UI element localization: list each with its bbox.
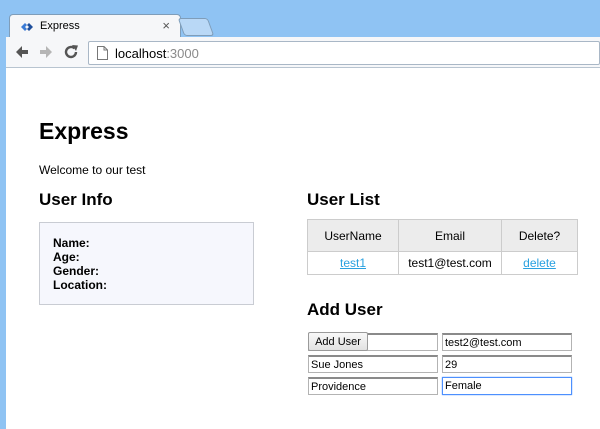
express-favicon	[21, 23, 33, 31]
url-host: localhost	[115, 46, 167, 61]
forward-arrow-icon[interactable]	[36, 42, 56, 62]
user-info-heading: User Info	[39, 190, 113, 209]
column-header-username: UserName	[307, 219, 399, 252]
add-user-button[interactable]: Add User	[308, 332, 368, 351]
email-cell: test1@test.com	[398, 251, 502, 275]
username-cell: test1	[307, 251, 399, 275]
browser-tab[interactable]: Express ×	[9, 14, 181, 38]
location-label: Location:	[53, 278, 107, 292]
url-text: localhost:3000	[115, 46, 199, 61]
user-list-heading: User List	[307, 190, 380, 209]
fullname-input[interactable]	[308, 355, 438, 373]
reload-icon[interactable]	[61, 42, 81, 62]
back-arrow-icon[interactable]	[12, 42, 32, 62]
address-bar[interactable]: localhost:3000	[88, 41, 600, 65]
delete-cell: delete	[501, 251, 578, 275]
name-label: Name:	[53, 236, 90, 250]
page-icon	[97, 46, 108, 60]
new-tab-button[interactable]	[177, 18, 215, 36]
email-input[interactable]	[442, 333, 572, 351]
column-header-email: Email	[398, 219, 502, 252]
gender-label: Gender:	[53, 264, 100, 278]
gender-input[interactable]	[442, 377, 572, 395]
table-header-row: UserName Email Delete?	[307, 219, 578, 252]
table-row: test1 test1@test.com delete	[307, 251, 578, 275]
url-port: :3000	[166, 46, 199, 61]
delete-link[interactable]: delete	[523, 256, 556, 270]
add-user-heading: Add User	[307, 300, 383, 319]
user-list-table: UserName Email Delete? test1 test1@test.…	[307, 219, 578, 275]
age-input[interactable]	[442, 355, 572, 373]
column-header-delete: Delete?	[501, 219, 578, 252]
tab-strip: Express ×	[0, 0, 600, 38]
page-title: Express	[39, 118, 129, 144]
welcome-text: Welcome to our test	[39, 163, 146, 177]
age-label: Age:	[53, 250, 80, 264]
page-viewport: Express Welcome to our test User Info Na…	[6, 68, 600, 429]
tab-title: Express	[40, 20, 80, 32]
close-icon[interactable]: ×	[162, 18, 170, 34]
browser-toolbar: localhost:3000	[6, 37, 600, 68]
user-info-panel: Name: Age: Gender: Location:	[39, 222, 254, 305]
location-input[interactable]	[308, 377, 438, 395]
username-link[interactable]: test1	[340, 256, 366, 270]
